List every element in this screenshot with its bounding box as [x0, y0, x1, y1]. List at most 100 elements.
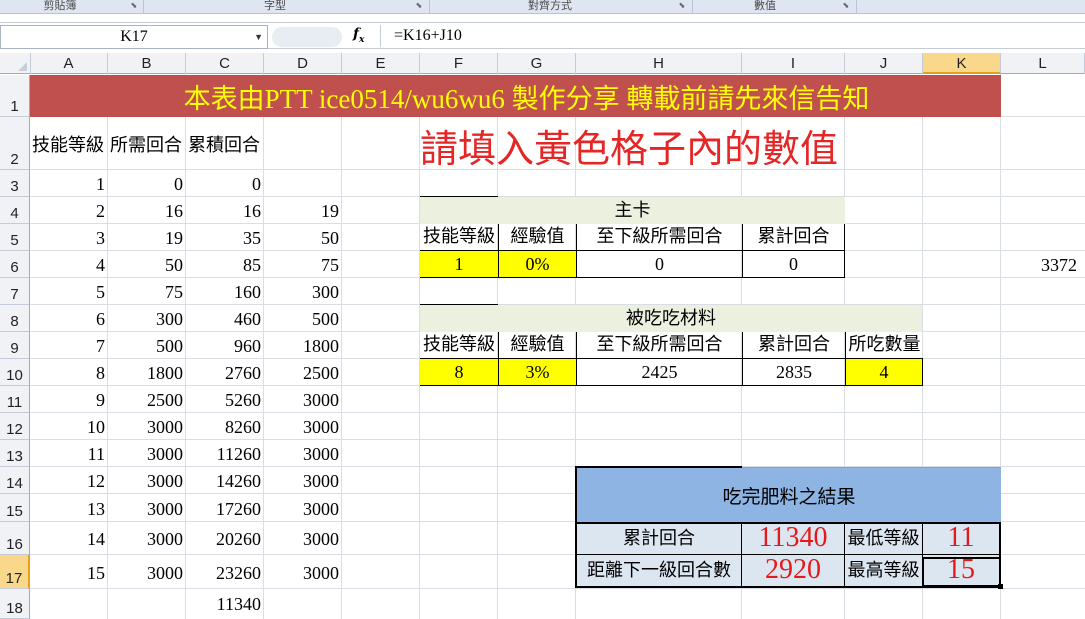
- row-header-9[interactable]: 9: [0, 332, 30, 359]
- column-header-a[interactable]: A: [30, 53, 108, 74]
- insert-function-icon[interactable]: fx: [353, 26, 364, 45]
- result-min-label[interactable]: 最低等級: [845, 522, 923, 555]
- table-cell[interactable]: 460: [186, 305, 264, 332]
- column-header-l[interactable]: L: [1001, 53, 1085, 74]
- table-cell[interactable]: 5260: [186, 386, 264, 413]
- table-cell[interactable]: 12: [30, 467, 108, 494]
- l6-value[interactable]: 3372: [1001, 251, 1085, 278]
- table-cell[interactable]: 1800: [264, 332, 342, 359]
- row-header-13[interactable]: 13: [0, 440, 30, 467]
- result-next-label[interactable]: 距離下一級回合數: [575, 555, 742, 588]
- row-header-4[interactable]: 4: [0, 197, 30, 224]
- table-cell[interactable]: 19: [108, 224, 186, 251]
- table-cell[interactable]: 3000: [264, 467, 342, 494]
- table-cell[interactable]: 0: [108, 170, 186, 197]
- column-header-j[interactable]: J: [845, 53, 923, 74]
- row-header-16[interactable]: 16: [0, 522, 30, 555]
- table-cell[interactable]: 16: [108, 197, 186, 224]
- table-cell[interactable]: 50: [108, 251, 186, 278]
- table-cell[interactable]: 13: [30, 494, 108, 522]
- main-need-value[interactable]: 0: [576, 251, 742, 278]
- main-card-title[interactable]: 主卡: [420, 197, 845, 224]
- table-cell[interactable]: 14260: [186, 467, 264, 494]
- table-cell[interactable]: 3000: [264, 522, 342, 555]
- table-cell[interactable]: 75: [264, 251, 342, 278]
- formula-input[interactable]: =K16+J10: [380, 25, 1085, 47]
- table-cell[interactable]: 11340: [186, 589, 264, 617]
- column-header-g[interactable]: G: [498, 53, 576, 74]
- table-cell[interactable]: 35: [186, 224, 264, 251]
- main-header-cumulative[interactable]: 累計回合: [742, 224, 845, 251]
- table-cell[interactable]: 3000: [264, 494, 342, 522]
- row-header-11[interactable]: 11: [0, 386, 30, 413]
- main-level-input[interactable]: 1: [420, 251, 498, 278]
- table-cell[interactable]: 3000: [108, 467, 186, 494]
- row-header-5[interactable]: 5: [0, 224, 30, 251]
- table-cell[interactable]: 3000: [108, 555, 186, 589]
- result-cum-label[interactable]: 累計回合: [575, 522, 742, 555]
- table-cell[interactable]: 2: [30, 197, 108, 224]
- result-min-value[interactable]: 11: [923, 522, 1001, 555]
- table-cell[interactable]: 3000: [108, 413, 186, 440]
- row-header-14[interactable]: 14: [0, 467, 30, 494]
- table-cell[interactable]: 7: [30, 332, 108, 359]
- table-cell[interactable]: 300: [108, 305, 186, 332]
- material-level-input[interactable]: 8: [420, 359, 498, 386]
- column-header-e[interactable]: E: [342, 53, 420, 74]
- material-count-input[interactable]: 4: [845, 359, 923, 386]
- clipboard-launcher-icon[interactable]: ⬊: [129, 1, 139, 11]
- table-cell[interactable]: 3000: [108, 494, 186, 522]
- table-cell[interactable]: 23260: [186, 555, 264, 589]
- table-cell[interactable]: 15: [30, 555, 108, 589]
- table-cell[interactable]: 8260: [186, 413, 264, 440]
- row-header-2[interactable]: 2: [0, 117, 30, 170]
- table-cell[interactable]: 1: [30, 170, 108, 197]
- table-cell[interactable]: 5: [30, 278, 108, 305]
- material-exp-input[interactable]: 3%: [498, 359, 576, 386]
- column-header-i[interactable]: I: [742, 53, 845, 74]
- table-cell[interactable]: 3000: [264, 555, 342, 589]
- result-next-value[interactable]: 2920: [742, 554, 845, 588]
- row-header-7[interactable]: 7: [0, 278, 30, 305]
- number-launcher-icon[interactable]: ⬊: [841, 1, 851, 11]
- row-header-10[interactable]: 10: [0, 359, 30, 386]
- table-cell[interactable]: 14: [30, 522, 108, 555]
- row-header-6[interactable]: 6: [0, 251, 30, 278]
- main-cumulative-value[interactable]: 0: [742, 251, 845, 278]
- active-cell-selection[interactable]: [922, 557, 1001, 587]
- result-title[interactable]: 吃完肥料之結果: [575, 467, 1001, 522]
- material-header-cumulative[interactable]: 累計回合: [742, 332, 845, 359]
- result-max-label[interactable]: 最高等級: [845, 555, 923, 588]
- column-header-b[interactable]: B: [108, 53, 186, 74]
- material-header-need[interactable]: 至下級所需回合: [576, 332, 742, 359]
- instruction-text[interactable]: 請填入黃色格子內的數值: [420, 120, 920, 171]
- row-header-18[interactable]: 18: [0, 589, 30, 619]
- table-cell[interactable]: 2760: [186, 359, 264, 386]
- table-cell[interactable]: 11: [30, 440, 108, 467]
- table-cell[interactable]: 2500: [108, 386, 186, 413]
- table-cell[interactable]: 19: [264, 197, 342, 224]
- row-header-12[interactable]: 12: [0, 413, 30, 440]
- table-cell[interactable]: 3000: [264, 386, 342, 413]
- row-header-3[interactable]: 3: [0, 170, 30, 197]
- material-cumulative-value[interactable]: 2835: [742, 359, 845, 386]
- table-cell[interactable]: 3: [30, 224, 108, 251]
- material-header-level[interactable]: 技能等級: [420, 332, 498, 359]
- table-cell[interactable]: 3000: [108, 440, 186, 467]
- table-cell[interactable]: 960: [186, 332, 264, 359]
- table-cell[interactable]: 4: [30, 251, 108, 278]
- column-header-f[interactable]: F: [420, 53, 498, 74]
- table-cell[interactable]: 3000: [108, 522, 186, 555]
- title-banner[interactable]: 本表由PTT ice0514/wu6wu6 製作分享 轉載前請先來信告知: [30, 75, 1001, 117]
- table-cell[interactable]: 0: [186, 170, 264, 197]
- table-cell[interactable]: 160: [186, 278, 264, 305]
- material-header-exp[interactable]: 經驗值: [498, 332, 576, 359]
- table-cell[interactable]: 85: [186, 251, 264, 278]
- material-header-count[interactable]: 所吃數量: [845, 332, 923, 359]
- table-cell[interactable]: 2500: [264, 359, 342, 386]
- main-header-level[interactable]: 技能等級: [420, 224, 498, 251]
- table-cell[interactable]: 50: [264, 224, 342, 251]
- main-exp-input[interactable]: 0%: [498, 251, 576, 278]
- column-header-c[interactable]: C: [186, 53, 264, 74]
- row-header-15[interactable]: 15: [0, 494, 30, 522]
